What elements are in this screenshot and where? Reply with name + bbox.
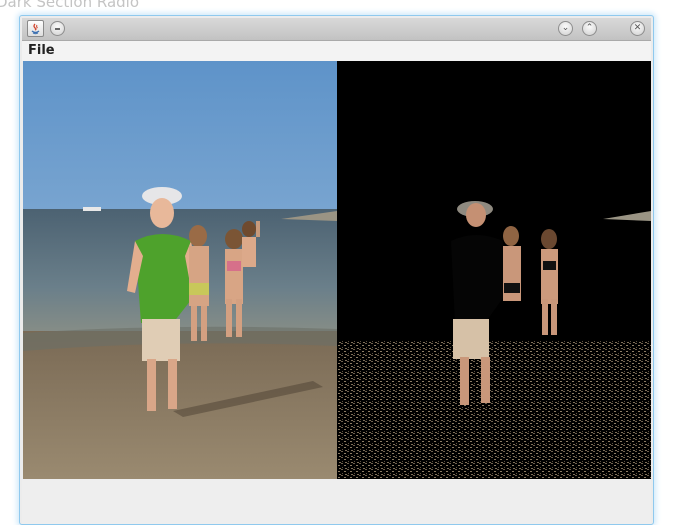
maximize-icon: ⌃ (585, 23, 594, 33)
close-button[interactable]: ✕ (630, 21, 645, 36)
status-area (22, 479, 651, 524)
menu-icon (55, 27, 60, 30)
minimize-button[interactable]: ⌄ (558, 21, 573, 36)
app-window: ⌄ ⌃ ✕ File (19, 15, 654, 525)
original-photo (23, 61, 337, 479)
maximize-button[interactable]: ⌃ (582, 21, 597, 36)
java-icon[interactable] (27, 20, 44, 37)
close-icon: ✕ (633, 23, 642, 33)
window-menu-button[interactable] (50, 21, 65, 36)
menu-bar: File (22, 41, 651, 61)
processed-photo (337, 61, 651, 479)
menu-file[interactable]: File (28, 43, 55, 58)
title-bar[interactable]: ⌄ ⌃ ✕ (22, 18, 651, 41)
image-panel (23, 61, 651, 479)
minimize-icon: ⌄ (561, 23, 570, 33)
window-title: Dark Section Radio (0, 0, 140, 11)
